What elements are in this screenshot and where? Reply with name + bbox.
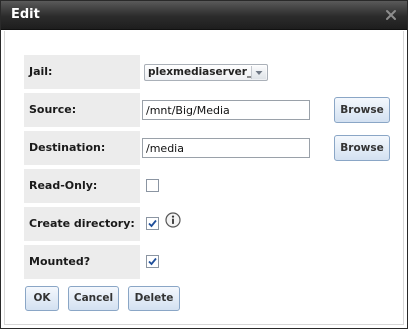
delete-button[interactable]: Delete <box>128 286 180 311</box>
checkmark-icon <box>148 219 157 228</box>
destination-browse-button[interactable]: Browse <box>334 135 390 161</box>
create-directory-label: Create directory: <box>24 207 140 241</box>
info-icon[interactable] <box>165 212 181 228</box>
source-label: Source: <box>24 93 140 127</box>
cancel-button[interactable]: Cancel <box>68 286 119 311</box>
read-only-checkbox[interactable] <box>146 179 159 192</box>
jail-label: Jail: <box>24 55 140 89</box>
destination-label: Destination: <box>24 131 140 165</box>
source-input[interactable] <box>142 100 310 120</box>
ok-button[interactable]: OK <box>25 286 59 311</box>
dialog-titlebar[interactable]: Edit <box>1 1 407 30</box>
jail-select[interactable]: plexmediaserver_1 <box>144 64 268 81</box>
destination-input[interactable] <box>142 138 310 158</box>
mounted-checkbox[interactable] <box>146 255 159 268</box>
source-browse-button[interactable]: Browse <box>334 97 390 123</box>
close-icon[interactable] <box>384 8 398 22</box>
chevron-down-icon[interactable] <box>251 66 266 79</box>
edit-dialog: Edit Jail: plexmediaserver_1 Source: /mn… <box>0 0 408 329</box>
dialog-title: Edit <box>11 7 40 22</box>
checkmark-icon <box>148 257 157 266</box>
read-only-label: Read-Only: <box>24 169 140 203</box>
create-directory-checkbox[interactable] <box>146 217 159 230</box>
mounted-label: Mounted? <box>24 245 140 279</box>
jail-select-value: plexmediaserver_1 <box>148 66 260 78</box>
